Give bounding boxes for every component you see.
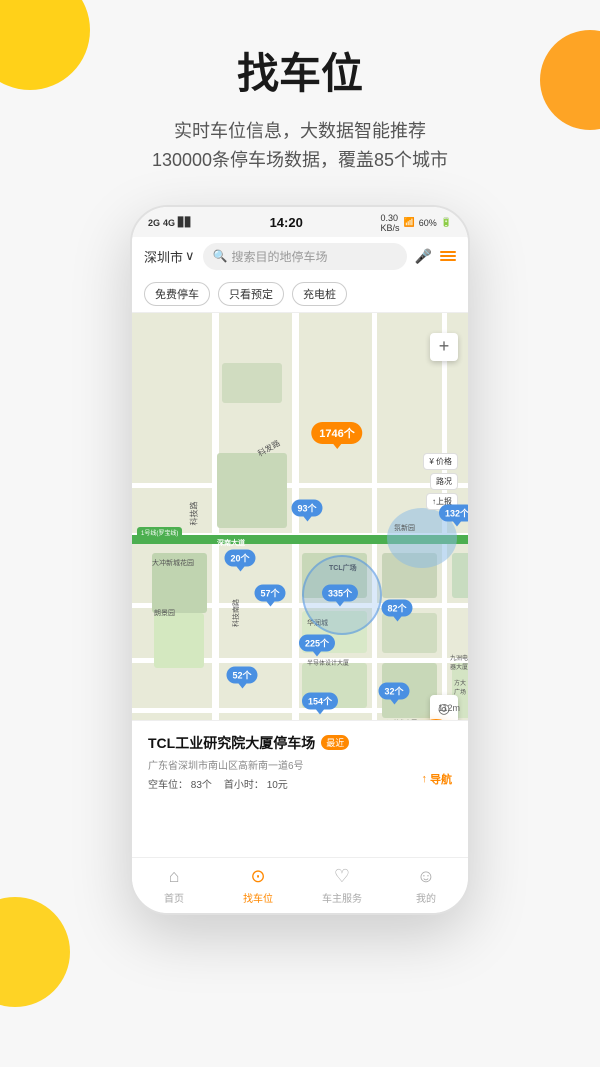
search-bar: 深圳市 ∨ 🔍 搜索目的地停车场 🎤 [132,237,468,276]
profile-icon: ☺ [417,866,435,887]
map-label-jiuzhou: 九洲电器大厦 [450,653,468,671]
services-icon: ♡ [334,866,350,887]
map-label-fenxin: 氛新园 [394,523,415,533]
block-2 [222,363,282,403]
mic-icon[interactable]: 🎤 [415,248,432,265]
nav-item-home[interactable]: ⌂ 首页 [132,858,216,913]
signal-2g: 2G [148,218,160,228]
status-time: 14:20 [270,215,303,230]
parking-search-icon: ⊙ [250,866,265,887]
chevron-down-icon: ∨ [185,248,195,264]
parking-details: 空车位： 83个 首小时： 10元 [148,776,452,791]
block-4 [154,613,204,668]
parking-pin-154[interactable]: 154个 [302,692,338,709]
nav-label-parking: 找车位 [243,890,273,905]
parking-pin-20[interactable]: 20个 [224,549,255,566]
city-name: 深圳市 [144,247,183,266]
subtitle-line1: 实时车位信息，大数据智能推荐 [20,117,580,146]
block-1 [217,453,287,528]
phone-mockup: 2G 4G ▊▊ 14:20 0.30KB/s 📶 60% 🔋 深圳市 ∨ 🔍 … [130,205,470,915]
parking-pin-225[interactable]: 225个 [299,634,335,651]
card-title-row: TCL工业研究院大厦停车场 最近 [148,733,452,753]
parking-pin-1746[interactable]: 1746个 [311,422,362,444]
road-condition-tag[interactable]: 路况 [430,473,458,490]
parking-pin-132[interactable]: 132个 [439,504,468,521]
parking-info-card[interactable]: TCL工业研究院大厦停车场 最近 广东省深圳市南山区高新南一道6号 空车位： 8… [132,720,468,803]
card-navigate-button[interactable]: ↑ 导航 [422,771,453,787]
block-9 [452,553,468,598]
nav-label-services: 车主服务 [322,890,362,905]
zoom-plus-button[interactable]: + [430,333,458,361]
parking-address: 广东省深圳市南山区高新南一道6号 [148,757,452,772]
map-area[interactable]: 科技路 科发路 大冲新城花园 朗景园 华润城 深南大道 氛新园 TCL广场 半导… [132,313,468,803]
metro-label: 1号线(罗宝线) [137,527,182,538]
city-selector[interactable]: 深圳市 ∨ [144,247,195,266]
nav-item-services[interactable]: ♡ 车主服务 [300,858,384,913]
map-label-shennan: 深南大道 [217,538,245,548]
search-input[interactable]: 🔍 搜索目的地停车场 [203,243,407,270]
first-hour-value: 10元 [267,780,288,791]
filter-bar: 免费停车 只看预定 充电桩 [132,276,468,313]
phone-mockup-wrap: 2G 4G ▊▊ 14:20 0.30KB/s 📶 60% 🔋 深圳市 ∨ 🔍 … [0,195,600,915]
distance-badge: 112m [438,703,460,713]
filter-chip-charging[interactable]: 充电桩 [292,282,347,306]
search-right: 🎤 [415,248,456,265]
subtitle-line2: 130000条停车场数据，覆盖85个城市 [20,146,580,175]
menu-line-1 [440,251,456,253]
header-section: 找车位 实时车位信息，大数据智能推荐 130000条停车场数据，覆盖85个城市 [0,0,600,195]
search-icon: 🔍 [213,249,228,263]
nav-item-parking[interactable]: ⊙ 找车位 [216,858,300,913]
first-hour-label: 首小时： [224,780,264,791]
menu-icon[interactable] [440,251,456,261]
status-right: 0.30KB/s 📶 60% 🔋 [381,213,452,233]
available-spots-value: 83个 [191,780,212,791]
map-label-bdt: 半导体设计大厦 [307,658,349,667]
home-icon: ⌂ [169,866,180,887]
map-label-langjing: 朗景园 [154,608,175,618]
nav-label-profile: 我的 [416,890,436,905]
battery-icon: 🔋 [441,217,452,228]
menu-line-2 [440,255,456,257]
map-label-kejin: 科技南路 [231,599,241,627]
available-spots: 空车位： 83个 [148,776,212,791]
page-title: 找车位 [20,40,580,101]
filter-chip-free[interactable]: 免费停车 [144,282,210,306]
nearest-badge: 最近 [321,735,349,750]
parking-pin-335[interactable]: 335个 [322,584,358,601]
map-label-keji: 科技路 [189,501,200,525]
status-bar: 2G 4G ▊▊ 14:20 0.30KB/s 📶 60% 🔋 [132,207,468,237]
parking-pin-93[interactable]: 93个 [291,499,322,516]
road-h2 [132,483,468,488]
signal-bars: ▊▊ [178,217,192,228]
menu-line-3 [440,259,456,261]
parking-name: TCL工业研究院大厦停车场 [148,733,315,753]
block-8 [382,613,437,653]
first-hour: 首小时： 10元 [224,776,288,791]
nav-item-profile[interactable]: ☺ 我的 [384,858,468,913]
status-left: 2G 4G ▊▊ [148,217,192,228]
subtitle: 实时车位信息，大数据智能推荐 130000条停车场数据，覆盖85个城市 [20,117,580,175]
nav-label-home: 首页 [164,890,184,905]
parking-pin-82[interactable]: 82个 [381,599,412,616]
parking-pin-52[interactable]: 52个 [226,666,257,683]
card-nav-label: 导航 [430,771,452,787]
wifi-icon: 📶 [404,217,415,228]
parking-pin-57[interactable]: 57个 [254,584,285,601]
available-spots-label: 空车位： [148,780,188,791]
bottom-navigation: ⌂ 首页 ⊙ 找车位 ♡ 车主服务 ☺ 我的 [132,857,468,913]
card-nav-icon: ↑ [422,773,428,785]
map-label-fangda: 方大广场 [454,678,468,696]
parking-pin-32[interactable]: 32个 [378,682,409,699]
speed-indicator: 0.30KB/s [381,213,400,233]
map-label-dachong: 大冲新城花园 [152,558,194,568]
signal-4g: 4G [163,218,175,228]
filter-chip-reserve[interactable]: 只看预定 [218,282,284,306]
price-tag[interactable]: ¥ 价格 [423,453,458,470]
battery-level: 60% [419,218,437,228]
search-placeholder: 搜索目的地停车场 [231,248,327,265]
distance-value: 112m [438,703,460,713]
